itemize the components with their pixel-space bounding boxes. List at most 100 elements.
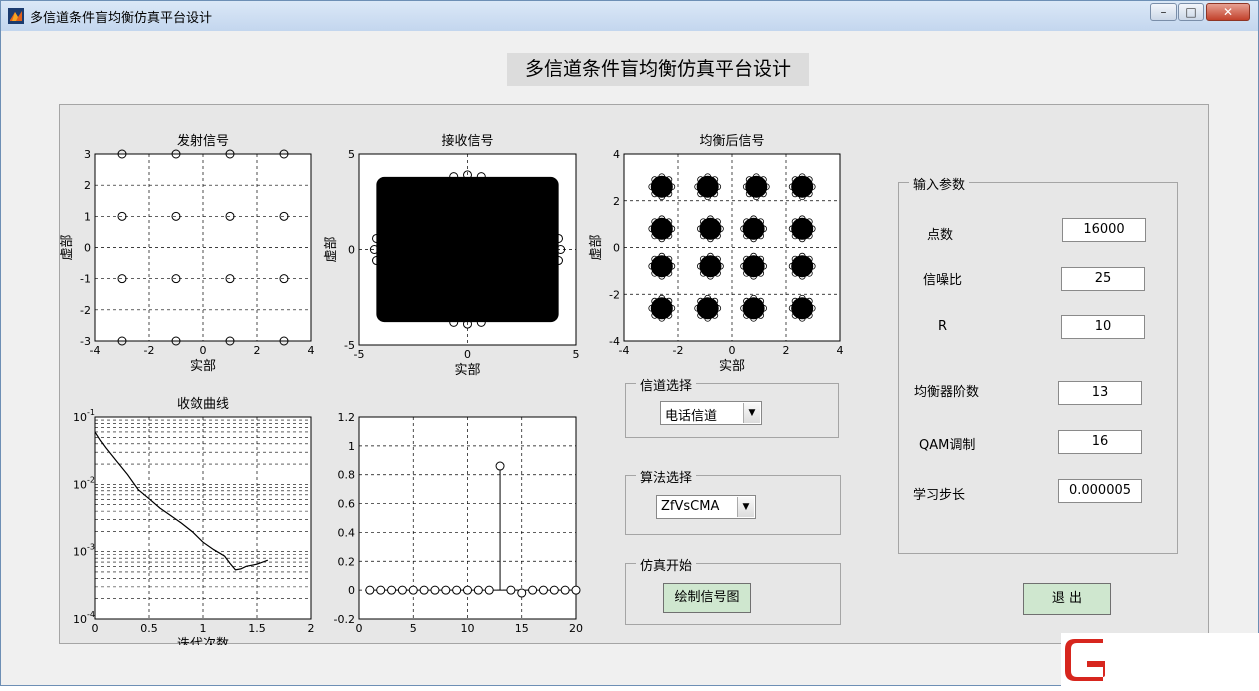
eq-cluster — [791, 175, 814, 198]
stem-marker — [528, 585, 538, 595]
tx-xtick-label: 2 — [254, 344, 261, 357]
channel-select[interactable]: 电话信道 ▼ — [660, 401, 762, 425]
stem-xtick-label: 0 — [356, 622, 363, 635]
title-bar[interactable]: 多信道条件盲均衡仿真平台设计 – □ ✕ — [1, 1, 1258, 31]
step-size-input[interactable]: 0.000005 — [1058, 479, 1142, 503]
stem-marker — [549, 585, 559, 595]
close-button[interactable]: ✕ — [1206, 3, 1250, 21]
rx-xtick-label: -5 — [354, 348, 365, 361]
maximize-button[interactable]: □ — [1178, 3, 1204, 21]
exit-button[interactable]: 退 出 — [1023, 583, 1111, 615]
stem-ytick-label: 1 — [348, 440, 355, 453]
stem-marker — [463, 585, 472, 595]
stem-ytick-label: 0.4 — [338, 526, 356, 539]
stem-marker — [571, 585, 581, 595]
rx-ytick-label: -5 — [344, 339, 355, 352]
param-label-step: 学习步长 — [913, 488, 966, 503]
qam-input[interactable]: 16 — [1058, 430, 1142, 454]
main-panel: -4 -2 0 2 4 3 2 1 0 -1 -2 -3 发射信号 实部 虚部 -5 0 5 5 0 -5 接收信号 实部虚… — [59, 104, 1209, 645]
stem-ytick-label: -0.2 — [334, 613, 355, 626]
conv-ytick-label: 10 — [73, 613, 87, 626]
eq-ytick-label: 4 — [613, 148, 620, 161]
stem-xtick-label: 10 — [461, 622, 475, 635]
algo-group-label: 算法选择 — [636, 467, 697, 486]
watermark-logo — [1061, 633, 1259, 687]
plot-signals-button[interactable]: 绘制信号图 — [663, 583, 751, 613]
eq-xlabel: 实部 — [719, 359, 745, 374]
channel-select-value: 电话信道 — [665, 409, 718, 424]
eq-cluster — [791, 255, 814, 278]
stem-ytick-label: 0.6 — [338, 498, 356, 511]
stem-marker — [397, 585, 407, 595]
tx-xlabel: 实部 — [190, 359, 216, 374]
eq-cluster — [699, 255, 722, 278]
algo-select[interactable]: ZfVsCMA ▼ — [656, 495, 756, 519]
stem-marker — [452, 585, 462, 595]
tx-ytick-label: -3 — [80, 335, 91, 348]
stem-marker — [560, 585, 570, 595]
stem-xtick-label: 20 — [569, 622, 583, 635]
maximize-icon: □ — [1185, 5, 1197, 19]
r-input[interactable]: 10 — [1061, 315, 1145, 339]
window-title: 多信道条件盲均衡仿真平台设计 — [30, 11, 213, 26]
eq-title: 均衡后信号 — [699, 134, 764, 149]
conv-xtick-label: 0.5 — [140, 622, 158, 635]
snr-input[interactable]: 25 — [1061, 267, 1145, 291]
conv-ytick-label: 10 — [73, 478, 87, 491]
stem-marker — [484, 585, 494, 595]
algo-select-value: ZfVsCMA — [661, 499, 720, 514]
eq-cluster — [742, 255, 765, 278]
conv-xtick-label: 1 — [200, 622, 207, 635]
equalizer-order-input[interactable]: 13 — [1058, 381, 1142, 405]
tx-ytick-label: 1 — [84, 210, 91, 223]
stem-marker — [506, 585, 516, 595]
tx-ytick-label: 0 — [84, 242, 91, 255]
eq-ytick-label: 0 — [613, 242, 620, 255]
eq-xtick-label: -4 — [619, 344, 630, 357]
eq-cluster — [696, 175, 719, 198]
eq-cluster — [650, 297, 673, 320]
eq-cluster — [696, 297, 719, 320]
chevron-down-icon[interactable]: ▼ — [743, 403, 760, 423]
stem-marker — [430, 585, 440, 595]
conv-title: 收敛曲线 — [177, 396, 229, 412]
eq-xtick-label: 0 — [729, 344, 736, 357]
eq-cluster — [742, 217, 765, 240]
gusu-logo-icon — [1065, 639, 1105, 681]
tx-xtick-label: 4 — [308, 344, 315, 357]
tx-ylabel: 虚部 — [60, 234, 75, 260]
rx-xtick-label: 0 — [464, 348, 471, 361]
tx-xtick-label: -4 — [90, 344, 101, 357]
sim-group-label: 仿真开始 — [636, 555, 697, 574]
stem-marker — [365, 585, 375, 595]
param-label-qam: QAM调制 — [919, 438, 976, 453]
matlab-logo-icon — [8, 8, 24, 24]
eq-cluster — [699, 217, 722, 240]
rx-xtick-label: 5 — [573, 348, 580, 361]
param-label-points: 点数 — [927, 228, 954, 243]
channel-select-group: 信道选择 电话信道 ▼ — [625, 375, 839, 438]
eq-cluster — [791, 297, 814, 320]
conv-xlabel: 迭代次数 — [177, 636, 229, 645]
tx-ytick-label: 3 — [84, 148, 91, 161]
rx-title: 接收信号 — [441, 133, 493, 149]
eq-cluster — [650, 255, 673, 278]
params-group: 输入参数 点数 16000 信噪比 25 R 10 均衡器阶数 13 QAM调制… — [898, 174, 1178, 554]
rx-ytick-label: 0 — [348, 244, 355, 257]
stem-xtick-label: 5 — [410, 622, 417, 635]
points-input[interactable]: 16000 — [1062, 218, 1146, 242]
stem-marker — [473, 585, 483, 595]
app-window: 多信道条件盲均衡仿真平台设计 – □ ✕ 多信道条件盲均衡仿真平台设计 -4 -2… — [0, 0, 1259, 687]
minimize-button[interactable]: – — [1150, 3, 1177, 21]
eq-xtick-label: 2 — [783, 344, 790, 357]
channel-group-label: 信道选择 — [636, 375, 697, 394]
param-label-order: 均衡器阶数 — [914, 385, 980, 400]
conv-xtick-label: 1.5 — [248, 622, 266, 635]
conv-ytick-label: 10 — [73, 546, 87, 559]
params-group-label: 输入参数 — [909, 174, 970, 193]
chevron-down-icon[interactable]: ▼ — [737, 497, 754, 517]
stem-marker — [419, 585, 429, 595]
tx-xtick-label: 0 — [200, 344, 207, 357]
stem-marker — [538, 585, 548, 595]
minimize-icon: – — [1160, 5, 1167, 19]
